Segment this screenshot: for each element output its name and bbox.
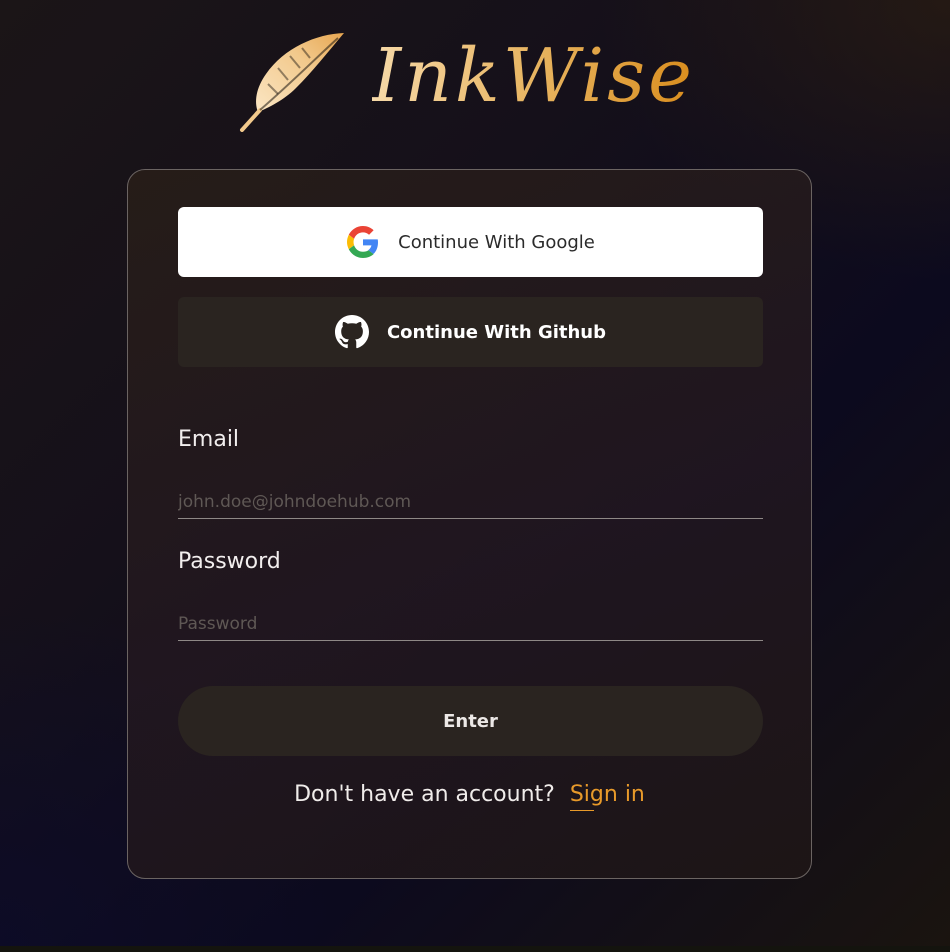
enter-button[interactable]: Enter — [178, 686, 763, 756]
google-button-label: Continue With Google — [398, 231, 595, 253]
signup-prompt-row: Don't have an account? Sign in — [128, 782, 811, 807]
sign-in-link[interactable]: Sign in — [570, 782, 645, 807]
github-button-label: Continue With Github — [386, 321, 607, 343]
password-label: Password — [178, 549, 281, 574]
feather-icon — [240, 33, 344, 132]
password-field[interactable] — [178, 607, 763, 641]
login-card: Continue With Google Continue With Githu… — [127, 169, 812, 879]
email-label: Email — [178, 427, 240, 452]
github-icon — [334, 315, 369, 349]
email-field[interactable] — [178, 485, 763, 519]
signup-prompt-text: Don't have an account? — [294, 782, 555, 807]
brand-name: InkWise — [372, 33, 695, 119]
google-icon — [346, 225, 380, 259]
continue-with-github-button[interactable]: Continue With Github — [178, 297, 763, 367]
bottom-strip — [0, 946, 950, 952]
brand-logo: InkWise — [238, 30, 708, 132]
continue-with-google-button[interactable]: Continue With Google — [178, 207, 763, 277]
